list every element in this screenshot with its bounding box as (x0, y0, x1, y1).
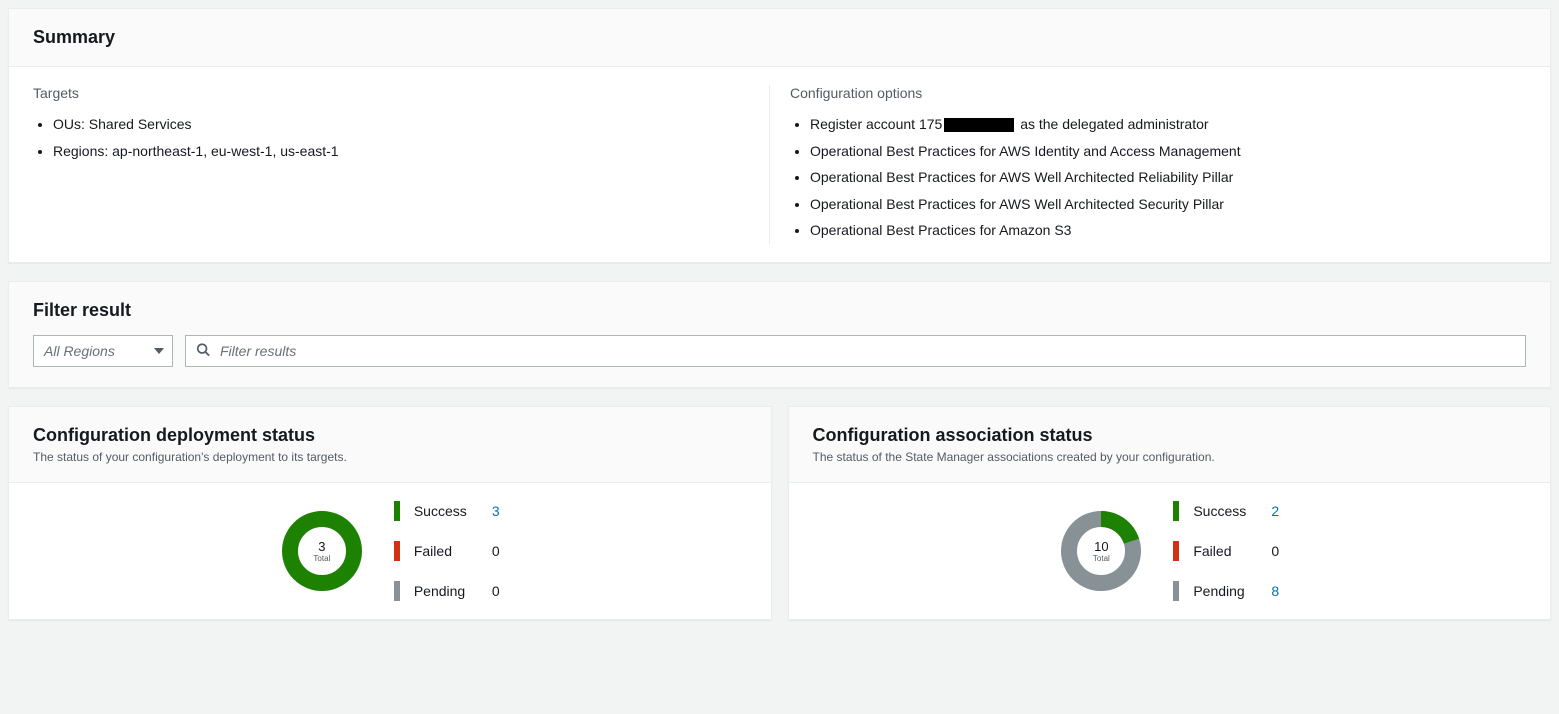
filter-panel: Filter result All Regions (8, 281, 1551, 388)
association-total-value: 10 (1094, 539, 1108, 554)
legend-label-failed: Failed (414, 543, 478, 559)
legend-value-success[interactable]: 2 (1271, 503, 1279, 519)
config-option-item: Operational Best Practices for AWS Ident… (810, 138, 1506, 165)
legend-row-pending: Pending 8 (1173, 581, 1279, 601)
legend-label-success: Success (1193, 503, 1257, 519)
deployment-legend: Success 3 Failed 0 Pending 0 (394, 501, 500, 601)
config-heading: Configuration options (790, 85, 1506, 101)
summary-panel: Summary Targets OUs: Shared Services Reg… (8, 8, 1551, 263)
region-select[interactable]: All Regions (33, 335, 173, 367)
legend-label-failed: Failed (1193, 543, 1257, 559)
deployment-donut-chart: 3 Total (280, 509, 364, 593)
association-status-header: Configuration association status The sta… (789, 407, 1551, 483)
legend-value-success[interactable]: 3 (492, 503, 500, 519)
filter-header: Filter result (9, 282, 1550, 335)
summary-header: Summary (9, 9, 1550, 67)
legend-color-failed (394, 541, 400, 561)
legend-value-failed: 0 (1271, 543, 1279, 559)
deployment-status-subtitle: The status of your configuration's deplo… (33, 450, 747, 464)
deployment-total-value: 3 (318, 539, 325, 554)
filter-title: Filter result (33, 300, 1526, 321)
filter-row: All Regions (33, 335, 1526, 367)
config-option-item: Operational Best Practices for AWS Well … (810, 164, 1506, 191)
association-status-title: Configuration association status (813, 425, 1527, 446)
region-select-value: All Regions (44, 343, 115, 359)
search-icon (196, 342, 210, 359)
summary-title: Summary (33, 27, 1526, 48)
legend-color-pending (394, 581, 400, 601)
legend-label-success: Success (414, 503, 478, 519)
association-donut-chart: 10 Total (1059, 509, 1143, 593)
filter-search-input[interactable] (186, 336, 1525, 366)
deployment-total-label: Total (313, 554, 330, 563)
deployment-status-header: Configuration deployment status The stat… (9, 407, 771, 483)
deployment-status-panel: Configuration deployment status The stat… (8, 406, 772, 620)
legend-color-success (1173, 501, 1179, 521)
association-status-body: 10 Total Success 2 Failed 0 Pending (789, 483, 1551, 619)
config-option-item: Operational Best Practices for AWS Well … (810, 191, 1506, 218)
association-total-label: Total (1093, 554, 1110, 563)
targets-list: OUs: Shared Services Regions: ap-northea… (33, 111, 749, 164)
summary-body: Targets OUs: Shared Services Regions: ap… (9, 67, 1550, 262)
config-option-item: Register account 175 as the delegated ad… (810, 111, 1506, 138)
deployment-status-body: 3 Total Success 3 Failed 0 Pending (9, 483, 771, 619)
association-legend: Success 2 Failed 0 Pending 8 (1173, 501, 1279, 601)
association-status-subtitle: The status of the State Manager associat… (813, 450, 1527, 464)
donut-center: 3 Total (280, 509, 364, 593)
chevron-down-icon (154, 348, 164, 354)
legend-row-success: Success 3 (394, 501, 500, 521)
legend-color-success (394, 501, 400, 521)
legend-row-failed: Failed 0 (1173, 541, 1279, 561)
legend-label-pending: Pending (1193, 583, 1257, 599)
legend-value-pending: 0 (492, 583, 500, 599)
targets-item: OUs: Shared Services (53, 111, 749, 138)
redacted-block (944, 118, 1014, 132)
config-options-list: Register account 175 as the delegated ad… (790, 111, 1506, 244)
config-opt-prefix: Register account 175 (810, 116, 942, 132)
targets-heading: Targets (33, 85, 749, 101)
legend-row-failed: Failed 0 (394, 541, 500, 561)
config-option-item: Operational Best Practices for Amazon S3 (810, 217, 1506, 244)
deployment-status-title: Configuration deployment status (33, 425, 747, 446)
legend-label-pending: Pending (414, 583, 478, 599)
legend-color-failed (1173, 541, 1179, 561)
targets-item: Regions: ap-northeast-1, eu-west-1, us-e… (53, 138, 749, 165)
legend-value-pending[interactable]: 8 (1271, 583, 1279, 599)
summary-targets-col: Targets OUs: Shared Services Regions: ap… (33, 85, 769, 244)
summary-config-col: Configuration options Register account 1… (769, 85, 1526, 244)
association-status-panel: Configuration association status The sta… (788, 406, 1552, 620)
legend-row-success: Success 2 (1173, 501, 1279, 521)
legend-color-pending (1173, 581, 1179, 601)
config-opt-suffix: as the delegated administrator (1016, 116, 1208, 132)
status-cards-row: Configuration deployment status The stat… (8, 406, 1551, 620)
legend-row-pending: Pending 0 (394, 581, 500, 601)
filter-body: All Regions (9, 335, 1550, 387)
filter-search-wrap (185, 335, 1526, 367)
donut-center: 10 Total (1059, 509, 1143, 593)
legend-value-failed: 0 (492, 543, 500, 559)
